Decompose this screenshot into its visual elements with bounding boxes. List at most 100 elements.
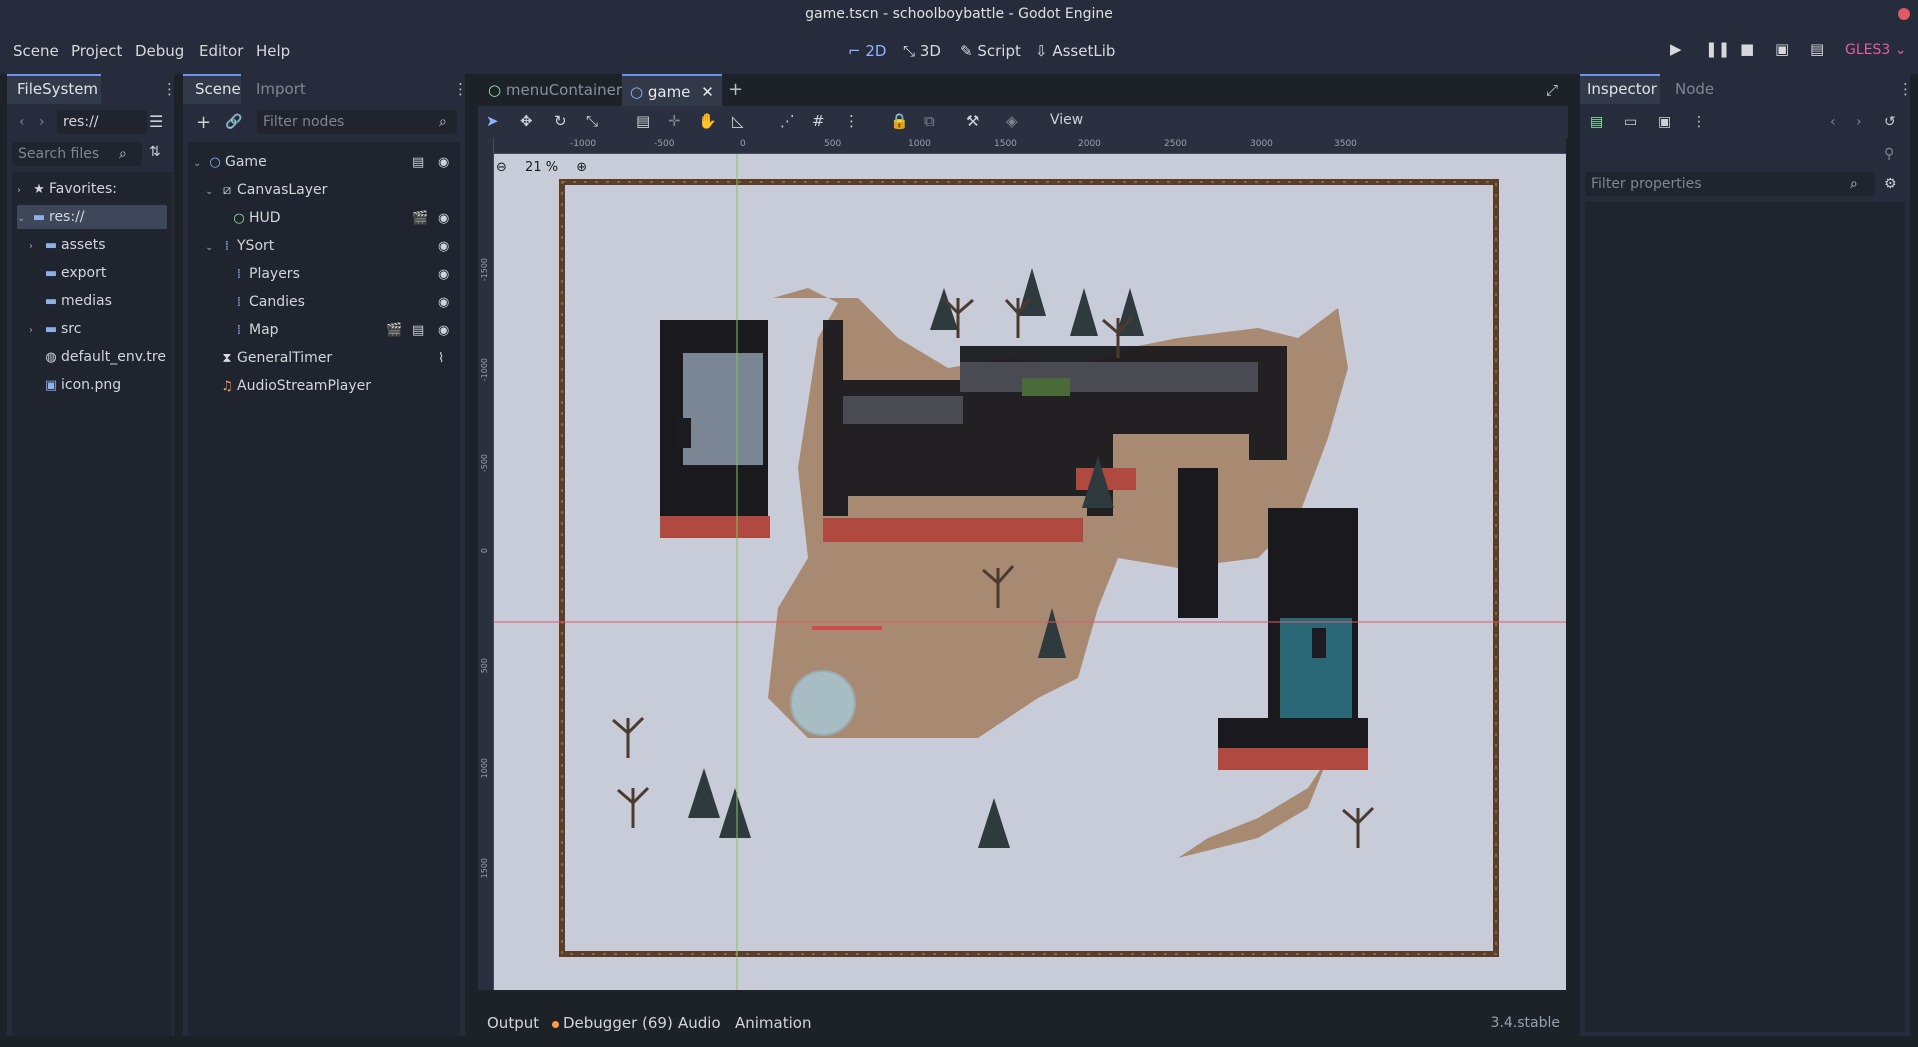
visibility-icon[interactable]: ◉ [438,239,449,254]
bone-icon[interactable]: ⚒ [966,112,979,130]
link-icon[interactable]: 🔗 [225,114,242,130]
group-icon[interactable]: ⧉ [924,112,935,130]
visibility-icon[interactable]: ◉ [438,211,449,226]
signal-icon[interactable]: ⌇ [438,351,444,366]
play-custom-scene-icon[interactable]: ▤ [1810,40,1824,58]
stop-icon[interactable]: ■ [1740,40,1754,58]
instance-icon[interactable]: 🎬 [412,211,428,226]
play-icon[interactable]: ▶ [1670,40,1682,58]
mode-2d-button[interactable]: ⌐ 2D [848,42,886,60]
split-view-icon[interactable]: ☰ [149,112,163,131]
filter-nodes-input[interactable]: Filter nodes [257,110,457,134]
save-icon[interactable]: ▣ [1658,114,1671,130]
view-menu[interactable]: View [1050,112,1083,128]
tab-animation[interactable]: Animation [735,1014,811,1032]
fs-item-export[interactable]: ▬ export [29,261,107,285]
mode-3d-button[interactable]: ⤡ 3D [903,42,941,60]
menu-scene[interactable]: Scene [13,42,59,60]
tab-import[interactable]: Import [256,80,306,98]
game-map-canvas[interactable] [478,138,1566,990]
play-scene-icon[interactable]: ▣ [1775,40,1789,58]
mode-assetlib-button[interactable]: ⇩ AssetLib [1035,42,1115,60]
forward-icon[interactable]: › [39,114,45,130]
instance-icon[interactable]: 🎬 [386,323,402,338]
filesystem-menu-icon[interactable]: ⋮ [162,80,177,98]
add-node-icon[interactable]: + [196,112,211,133]
more-options-icon[interactable]: ⋮ [1692,114,1706,130]
zoom-level[interactable]: 21 % [525,160,558,175]
menu-help[interactable]: Help [256,42,290,60]
rotate-tool-icon[interactable]: ↻ [554,112,567,130]
script-icon[interactable]: ▤ [412,323,424,338]
script-icon[interactable]: ▤ [412,155,424,170]
snap-options-icon[interactable]: ⋮ [844,112,859,130]
visibility-icon[interactable]: ◉ [438,323,449,338]
pivot-tool-icon[interactable]: ✛ [668,112,681,130]
visibility-icon[interactable]: ◉ [438,267,449,282]
open-folder-icon[interactable]: ▭ [1624,114,1637,130]
tab-debugger[interactable]: Debugger (69) [552,1014,673,1032]
object-properties-icon[interactable]: ⚲ [1884,146,1894,162]
fs-item-icon-png[interactable]: ▣ icon.png [29,373,121,397]
tab-game[interactable]: ○ game ✕ [622,74,722,106]
tab-scene[interactable]: Scene [195,80,241,98]
visibility-icon[interactable]: ◉ [438,295,449,310]
grid-snap-icon[interactable]: # [812,112,825,130]
node-audiostreamplayer[interactable]: ♫ AudioStreamPlayer [205,374,371,398]
tab-inspector[interactable]: Inspector [1587,80,1657,98]
menu-project[interactable]: Project [71,42,122,60]
move-tool-icon[interactable]: ✥ [520,112,533,130]
node-hud[interactable]: ○ HUD [217,206,280,230]
lock-icon[interactable]: 🔒 [890,112,909,130]
filter-properties-input[interactable]: Filter properties [1585,172,1875,196]
pause-icon[interactable]: ❚❚ [1705,40,1730,58]
object-path-field[interactable] [1585,144,1875,168]
node-generaltimer[interactable]: ⧗ GeneralTimer [205,346,332,370]
node-game[interactable]: ⌄ ○ Game [193,150,267,174]
property-settings-icon[interactable]: ⚙ [1884,176,1897,192]
camera-override-icon[interactable]: ◈ [1006,112,1018,130]
scale-tool-icon[interactable]: ⤡ [586,112,598,130]
history-icon[interactable]: ↺ [1884,114,1896,130]
path-field[interactable]: res:// [57,110,147,134]
tab-filesystem[interactable]: FileSystem [17,80,98,98]
node-candies[interactable]: ⁞ Candies [217,290,305,314]
tab-audio[interactable]: Audio [678,1014,721,1032]
fs-item-favorites[interactable]: › ★ Favorites: [17,177,117,201]
select-tool-icon[interactable]: ➤ [486,112,499,130]
pan-tool-icon[interactable]: ✋ [698,112,717,130]
distraction-free-icon[interactable]: ⤢ [1546,74,1558,106]
tab-output[interactable]: Output [487,1014,539,1032]
fs-item-assets[interactable]: › ▬ assets [29,233,106,257]
sort-icon[interactable]: ⇅ [149,144,161,160]
canvas-viewport[interactable]: -1000 -500 0 500 1000 1500 2000 2500 300… [478,138,1566,990]
close-tab-icon[interactable]: ✕ [701,83,714,101]
smart-snap-icon[interactable]: ⋰ [780,112,795,130]
node-map[interactable]: ⁞ Map [217,318,279,342]
history-forward-icon[interactable]: › [1856,114,1862,130]
close-window-icon[interactable] [1898,8,1910,20]
node-ysort[interactable]: ⌄ ⁞ YSort [205,234,274,258]
ruler-tool-icon[interactable]: ◺ [732,112,744,130]
back-icon[interactable]: ‹ [19,114,25,130]
inspector-menu-icon[interactable]: ⋮ [1898,80,1913,98]
fs-item-medias[interactable]: ▬ medias [29,289,112,313]
node-players[interactable]: ⁞ Players [217,262,300,286]
fs-item-res[interactable]: ⌄ ▬ res:// [17,205,167,229]
scene-menu-icon[interactable]: ⋮ [453,80,468,98]
fs-item-src[interactable]: › ▬ src [29,317,81,341]
visibility-icon[interactable]: ◉ [438,155,449,170]
add-scene-tab-icon[interactable]: + [728,74,743,106]
mode-script-button[interactable]: ✎ Script [960,42,1021,60]
new-resource-icon[interactable]: ▤ [1590,114,1603,130]
tab-menucontainer[interactable]: ○ menuContainer [488,74,622,106]
menu-editor[interactable]: Editor [199,42,243,60]
tab-node[interactable]: Node [1675,80,1714,98]
zoom-out-icon[interactable]: ⊖ [496,160,507,175]
fs-item-default-env[interactable]: ◍ default_env.tre [29,345,166,369]
menu-debug[interactable]: Debug [135,42,184,60]
node-canvaslayer[interactable]: ⌄ ⧄ CanvasLayer [205,178,327,202]
zoom-in-icon[interactable]: ⊕ [576,160,587,175]
list-select-icon[interactable]: ▤ [636,112,650,130]
renderer-select[interactable]: GLES3 ⌄ [1845,42,1906,58]
